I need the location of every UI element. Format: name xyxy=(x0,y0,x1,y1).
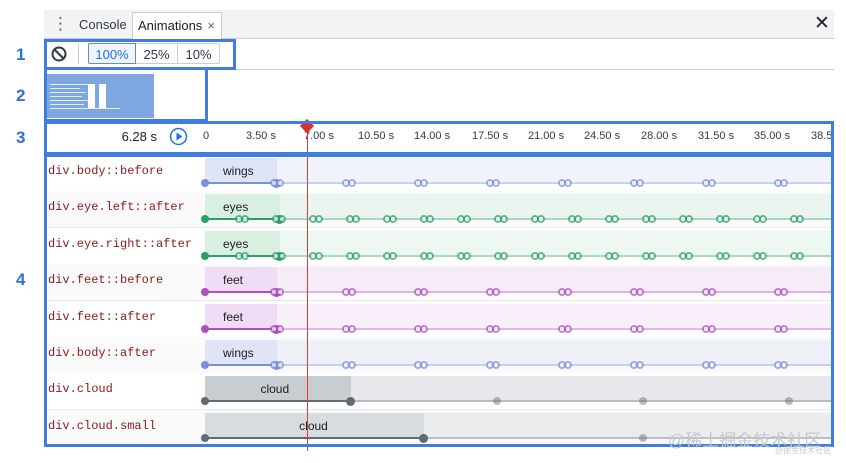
close-tab-icon[interactable]: × xyxy=(207,13,215,39)
callout-box-details xyxy=(44,154,834,447)
callout-box-overview xyxy=(44,69,208,122)
callout-box-controls xyxy=(44,39,236,70)
callout-number: 4 xyxy=(16,270,26,289)
more-tabs-menu-icon[interactable]: ⋮ xyxy=(52,14,69,34)
callout-number: 2 xyxy=(16,86,26,105)
tab-animations-label: Animations xyxy=(138,18,203,33)
tab-animations[interactable]: Animations × xyxy=(132,12,222,39)
watermark-sub: @掘金技术社区 xyxy=(775,446,832,455)
callout-number: 1 xyxy=(16,45,26,64)
callout-box-timeline xyxy=(44,121,834,155)
close-drawer-icon[interactable]: ✕ xyxy=(811,12,833,36)
tab-console[interactable]: Console xyxy=(73,13,133,37)
callout-number: 3 xyxy=(16,128,26,147)
